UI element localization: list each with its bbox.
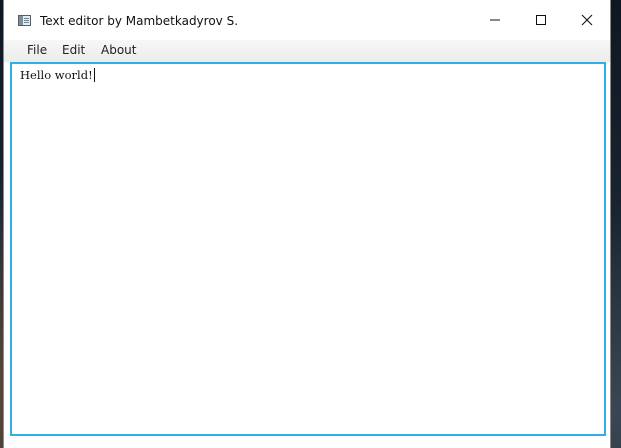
minimize-button[interactable] xyxy=(472,0,518,40)
menu-bar: File Edit About xyxy=(4,40,610,62)
text-editor-area[interactable]: Hello world! xyxy=(10,62,606,436)
close-icon xyxy=(581,14,593,26)
app-window: Text editor by Mambetkadyrov S. File Edi… xyxy=(3,0,611,448)
maximize-icon xyxy=(536,15,546,25)
minimize-icon xyxy=(490,19,500,21)
menu-edit[interactable]: Edit xyxy=(62,43,85,57)
window-bottom-frame xyxy=(4,436,610,448)
menu-file[interactable]: File xyxy=(27,43,47,57)
text-caret xyxy=(93,68,95,82)
title-bar[interactable]: Text editor by Mambetkadyrov S. xyxy=(4,0,610,40)
app-window-icon xyxy=(18,15,31,26)
editor-text-value: Hello world! xyxy=(20,68,93,82)
window-title: Text editor by Mambetkadyrov S. xyxy=(40,14,239,28)
maximize-button[interactable] xyxy=(518,0,564,40)
editor-content: Hello world! xyxy=(20,68,95,82)
menu-about[interactable]: About xyxy=(101,43,136,57)
close-button[interactable] xyxy=(564,0,610,40)
